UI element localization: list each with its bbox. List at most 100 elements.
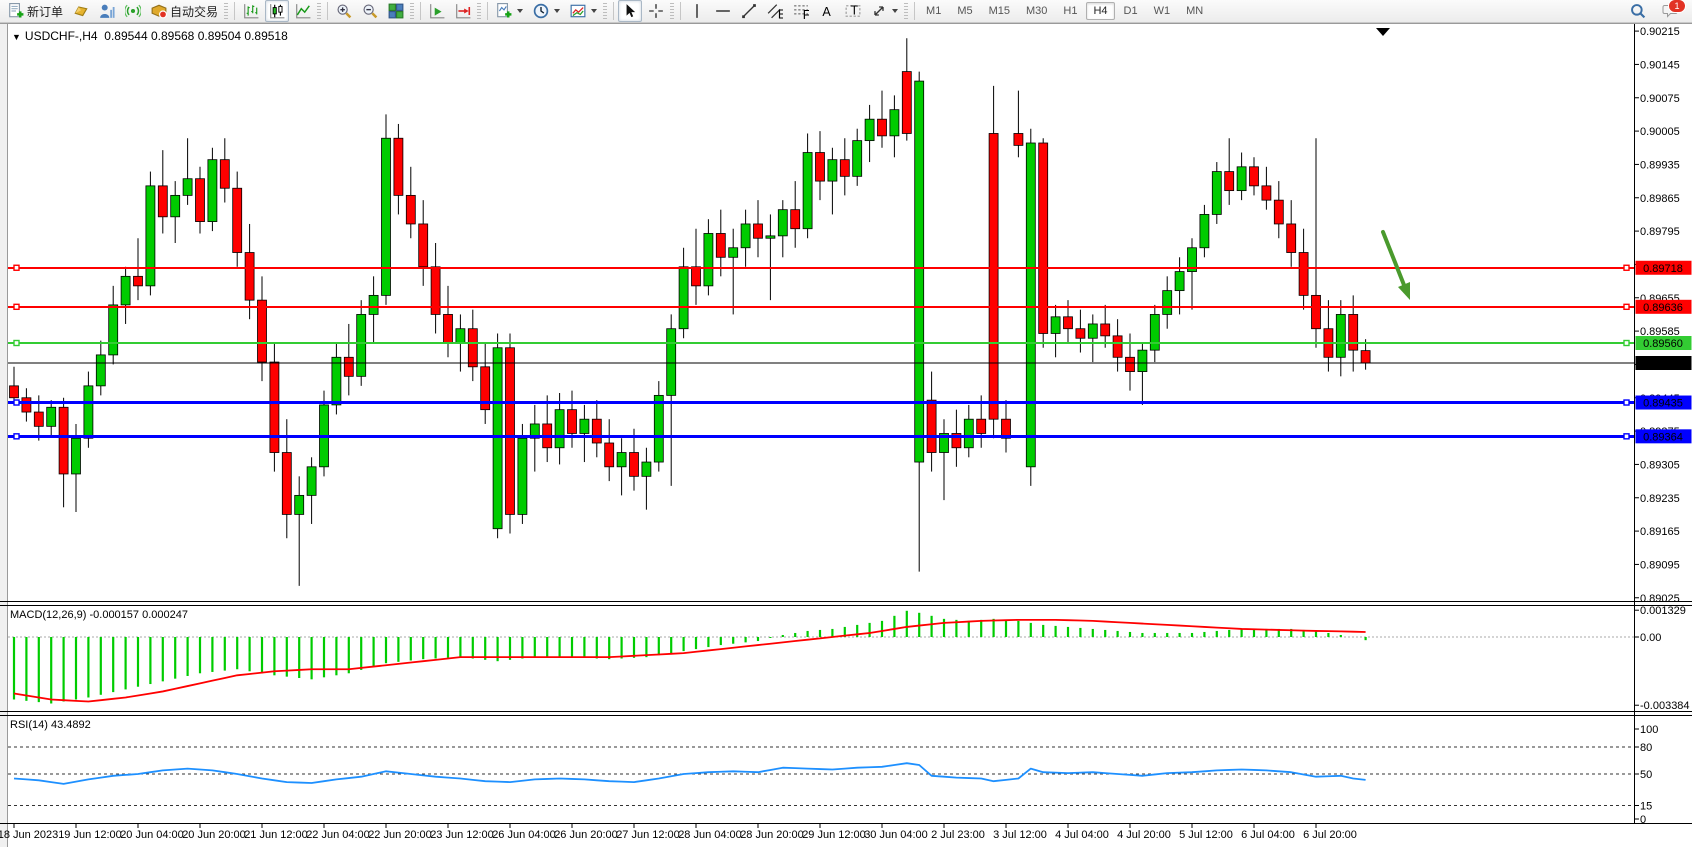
- line-handle: [14, 400, 19, 405]
- candle-up: [369, 295, 378, 314]
- candle-up: [778, 210, 787, 236]
- candle-up: [72, 438, 81, 474]
- search-button[interactable]: [1626, 0, 1650, 22]
- timeframe-H1[interactable]: H1: [1056, 2, 1084, 20]
- line-chart-mode-button[interactable]: [291, 0, 315, 22]
- chevron-down-icon[interactable]: [554, 9, 560, 13]
- timeframe-W1[interactable]: W1: [1147, 2, 1178, 20]
- candle-down: [630, 453, 639, 477]
- new-order-button[interactable]: 新订单: [4, 0, 67, 22]
- templates-button[interactable]: [566, 0, 601, 22]
- bar-chart-mode-button[interactable]: [239, 0, 263, 22]
- channel-tool-button[interactable]: E: [763, 0, 787, 22]
- candle-up: [1336, 314, 1345, 357]
- svg-text:5 Jul 12:00: 5 Jul 12:00: [1179, 829, 1233, 841]
- auto-trading-button[interactable]: 自动交易: [147, 0, 222, 22]
- candle-down: [1274, 200, 1283, 224]
- gold-icon: [73, 3, 89, 19]
- chevron-down-icon[interactable]: [892, 9, 898, 13]
- channel-icon: E: [767, 3, 783, 19]
- candle-up: [109, 305, 118, 355]
- timeframe-M5[interactable]: M5: [950, 2, 979, 20]
- timeframe-H4[interactable]: H4: [1086, 2, 1114, 20]
- chevron-down-icon[interactable]: [517, 9, 523, 13]
- chat-button[interactable]: 1: [1658, 0, 1682, 22]
- indicators-button[interactable]: [492, 0, 527, 22]
- zoom-out-button[interactable]: [358, 0, 382, 22]
- svg-text:6 Jul 04:00: 6 Jul 04:00: [1241, 829, 1295, 841]
- candlestick-icon: [269, 3, 285, 19]
- candle-down: [468, 329, 477, 367]
- cursor-button[interactable]: [618, 0, 642, 22]
- label-tool-button[interactable]: T: [841, 0, 865, 22]
- autotrade-icon: [151, 3, 167, 19]
- timeframe-M30[interactable]: M30: [1019, 2, 1054, 20]
- zoom-in-icon: [336, 3, 352, 19]
- line-handle: [14, 434, 19, 439]
- market-icon: [99, 3, 115, 19]
- line-chart-icon: [295, 3, 311, 19]
- signal-icon: [125, 3, 141, 19]
- candle-down: [927, 400, 936, 452]
- vertical-line-tool-button[interactable]: [685, 0, 709, 22]
- svg-text:0.89305: 0.89305: [1640, 459, 1680, 471]
- svg-text:0: 0: [1640, 814, 1646, 826]
- timeframe-MN[interactable]: MN: [1179, 2, 1210, 20]
- candle-down: [1014, 133, 1023, 145]
- chevron-down-icon[interactable]: [591, 9, 597, 13]
- svg-text:80: 80: [1640, 742, 1652, 754]
- candle-up: [1150, 314, 1159, 350]
- timeframe-D1[interactable]: D1: [1117, 2, 1145, 20]
- toolbar-separator: [234, 2, 235, 20]
- periods-button[interactable]: [529, 0, 564, 22]
- svg-text:0.00: 0.00: [1640, 632, 1661, 644]
- candle-down: [692, 267, 701, 286]
- candle-up: [828, 160, 837, 181]
- candle-up: [1212, 172, 1221, 215]
- candle-down: [233, 188, 242, 252]
- text-icon: A: [819, 3, 835, 19]
- zoom-in-button[interactable]: [332, 0, 356, 22]
- candle-down: [568, 410, 577, 434]
- candlestick-mode-button[interactable]: [265, 0, 289, 22]
- auto-scroll-button[interactable]: [425, 0, 449, 22]
- candle-up: [667, 329, 676, 396]
- horizontal-line-tool-button[interactable]: [711, 0, 735, 22]
- candle-down: [282, 453, 291, 515]
- candle-down: [22, 398, 31, 412]
- search-icon: [1630, 3, 1646, 19]
- clock-icon: [533, 3, 549, 19]
- svg-text:26 Jun 20:00: 26 Jun 20:00: [554, 829, 618, 841]
- arrows-tool-button[interactable]: [867, 0, 902, 22]
- candle-down: [605, 443, 614, 467]
- candle-up: [1088, 324, 1097, 338]
- candle-up: [580, 419, 589, 433]
- chart-shift-button[interactable]: [451, 0, 475, 22]
- text-tool-button[interactable]: A: [815, 0, 839, 22]
- gold-request-button[interactable]: [69, 0, 93, 22]
- timeframe-M1[interactable]: M1: [919, 2, 948, 20]
- candle-down: [1101, 324, 1110, 336]
- candle-down: [816, 153, 825, 182]
- toolbar-grip: [477, 3, 481, 19]
- svg-text:19 Jun 12:00: 19 Jun 12:00: [58, 829, 122, 841]
- candle-up: [307, 467, 316, 496]
- timeframe-M15[interactable]: M15: [982, 2, 1017, 20]
- crosshair-icon: [648, 3, 664, 19]
- candle-up: [1175, 272, 1184, 291]
- trendline-tool-button[interactable]: [737, 0, 761, 22]
- toolbar-separator: [487, 2, 488, 20]
- candle-down: [902, 72, 911, 134]
- signals-button[interactable]: [121, 0, 145, 22]
- candle-up: [1163, 291, 1172, 315]
- market-button[interactable]: [95, 0, 119, 22]
- tile-windows-button[interactable]: [384, 0, 408, 22]
- svg-text:21 Jun 12:00: 21 Jun 12:00: [244, 829, 308, 841]
- fibonacci-tool-button[interactable]: F: [789, 0, 813, 22]
- svg-text:26 Jun 04:00: 26 Jun 04:00: [492, 829, 556, 841]
- toolbar-separator: [613, 2, 614, 20]
- svg-text:0.89435: 0.89435: [1643, 398, 1683, 410]
- candle-up: [766, 236, 775, 238]
- crosshair-button[interactable]: [644, 0, 668, 22]
- candle-down: [977, 419, 986, 433]
